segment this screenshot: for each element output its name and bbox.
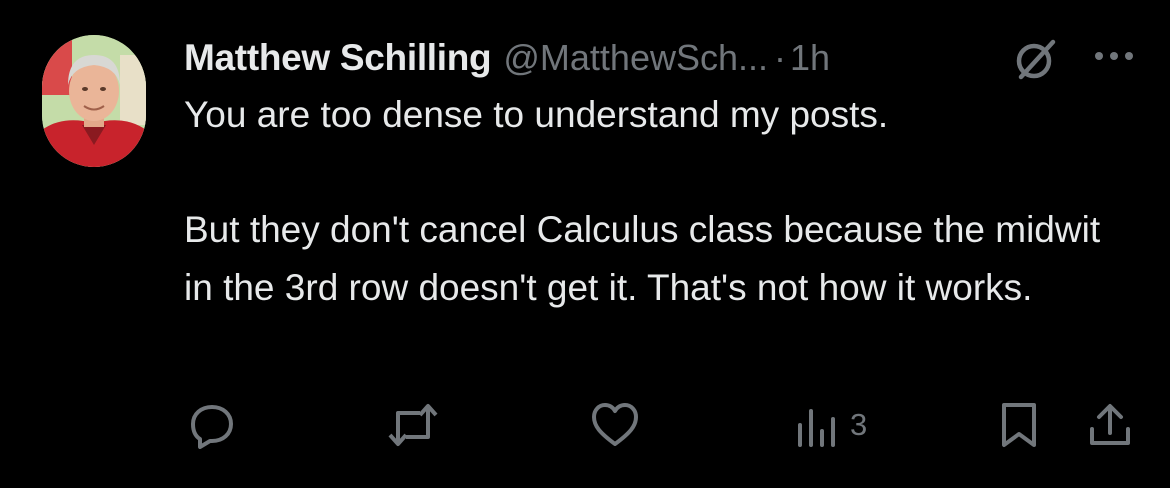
post-card[interactable]: Matthew Schilling @MatthewSch... · 1h Yo… [0, 0, 1170, 488]
separator-dot: · [774, 37, 786, 78]
post-paragraph-2: But they don't cancel Calculus class bec… [184, 209, 1101, 308]
avatar-photo [42, 35, 146, 167]
share-icon [1090, 404, 1130, 445]
author-handle[interactable]: @MatthewSch... [503, 37, 768, 79]
repost-icon [388, 404, 438, 446]
post-time[interactable]: 1h [790, 37, 830, 79]
avatar[interactable] [42, 35, 146, 167]
views-count: 3 [850, 407, 868, 442]
post-header: Matthew Schilling @MatthewSch... · 1h [184, 30, 830, 86]
like-icon [592, 403, 638, 446]
views-button[interactable]: 3 [796, 398, 867, 452]
grok-icon[interactable] [1012, 34, 1062, 84]
repost-button[interactable] [386, 398, 440, 452]
bookmark-icon [1002, 403, 1036, 447]
more-options-icon[interactable] [1090, 48, 1138, 64]
action-bar: 3 [0, 398, 1170, 452]
views-icon [798, 409, 835, 447]
share-button[interactable] [1086, 398, 1134, 452]
like-button[interactable] [590, 398, 640, 452]
reply-button[interactable] [188, 398, 236, 452]
reply-icon [191, 405, 233, 449]
bookmark-button[interactable] [998, 398, 1040, 452]
post-paragraph-1: You are too dense to understand my posts… [184, 94, 889, 135]
author-name[interactable]: Matthew Schilling [184, 37, 492, 79]
post-text: You are too dense to understand my posts… [184, 86, 1124, 316]
